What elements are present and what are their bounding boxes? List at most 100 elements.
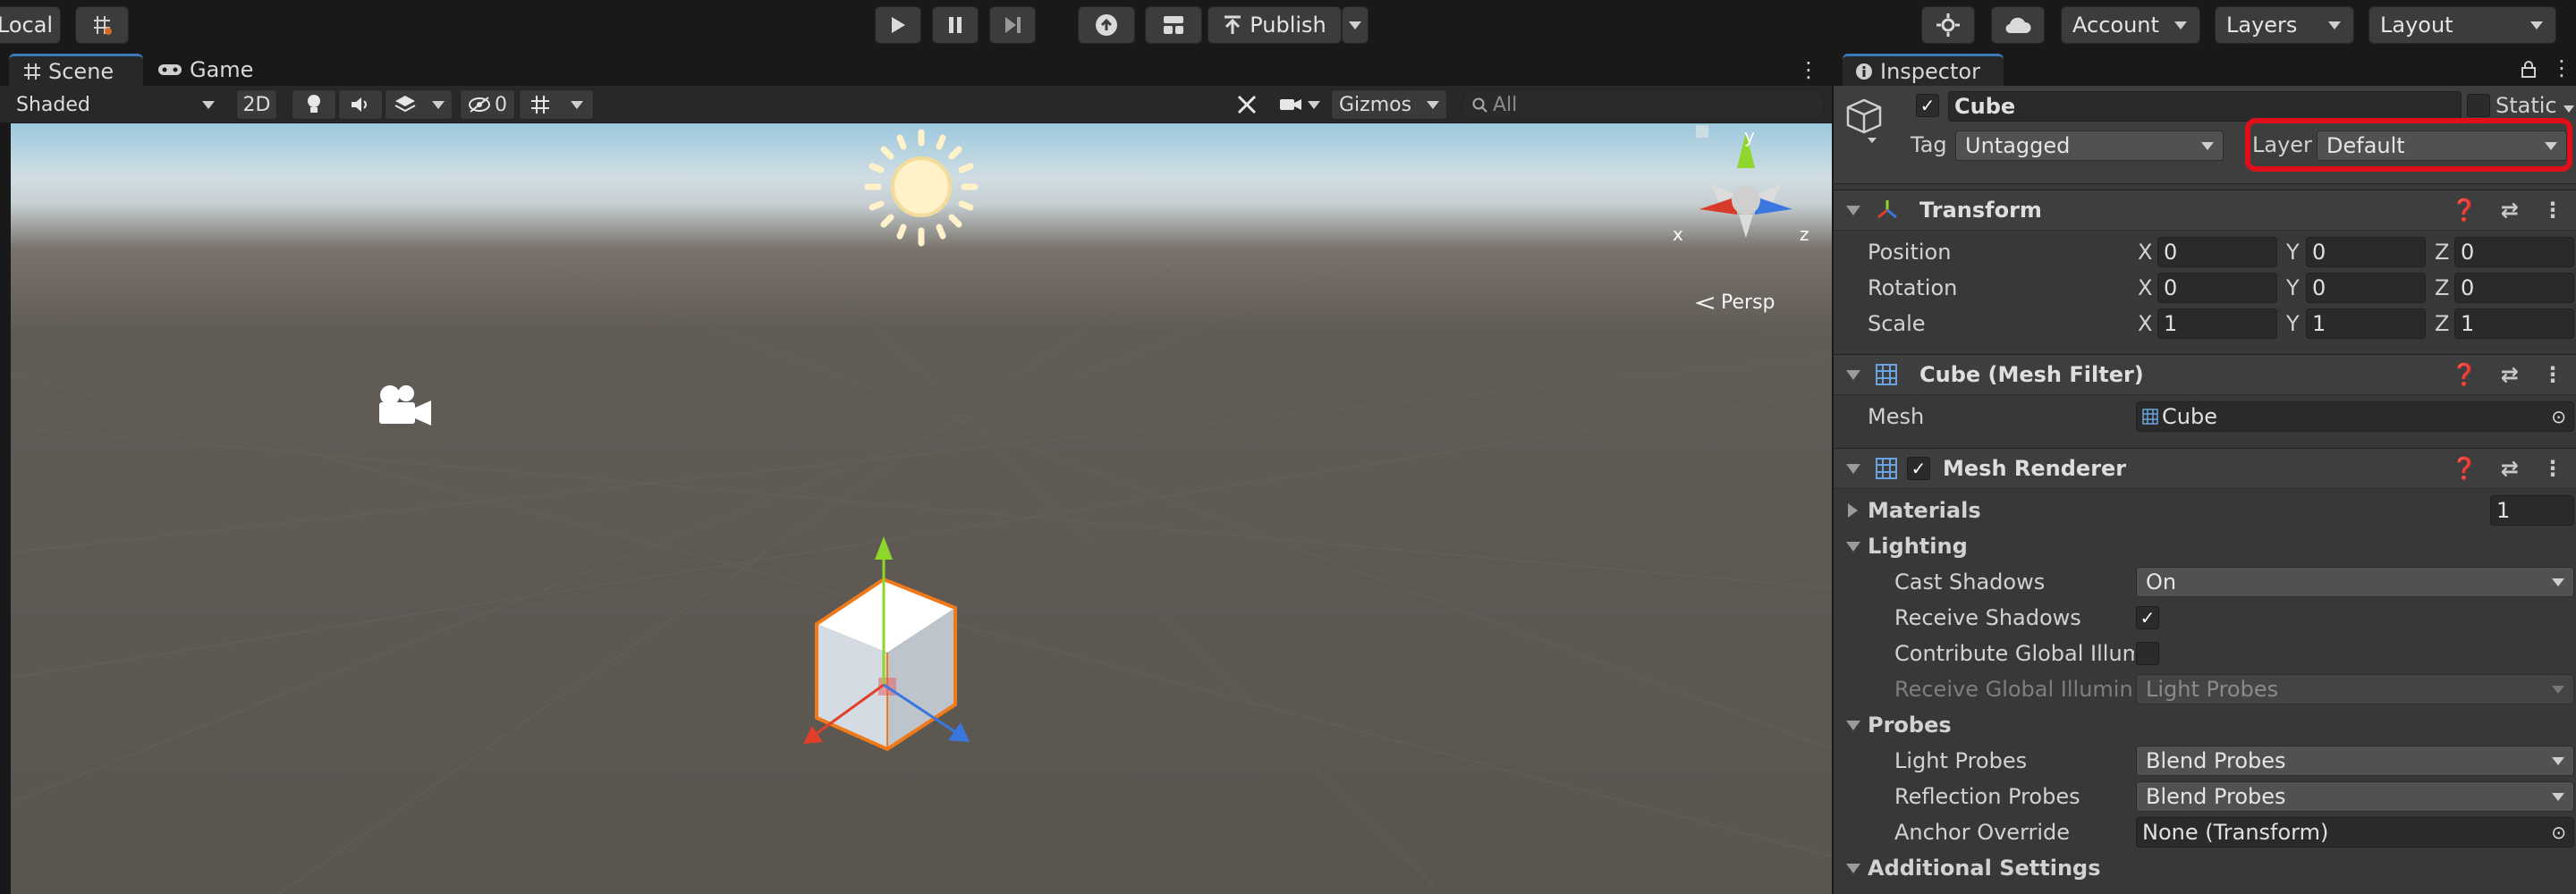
materials-row[interactable]: Materials 1 (1834, 493, 2576, 528)
object-name-field[interactable]: Cube (1948, 91, 2462, 122)
tab-scene[interactable]: Scene (9, 54, 143, 86)
contribute-gi-checkbox[interactable] (2136, 642, 2159, 665)
video-camera-icon (1280, 99, 1301, 110)
component-menu-icon[interactable]: ⋮ (2542, 198, 2563, 223)
mesh-renderer-title: Mesh Renderer (1943, 456, 2127, 481)
probes-row[interactable]: Probes (1834, 707, 2576, 743)
audio-toggle[interactable] (338, 89, 383, 120)
mesh-object-field[interactable]: Cube ⊙ (2136, 401, 2574, 432)
axis-x-label: X (2138, 311, 2153, 336)
anchor-override-field[interactable]: None (Transform) ⊙ (2136, 817, 2574, 848)
chevron-down-icon (571, 100, 583, 109)
effects-dropdown[interactable] (385, 89, 453, 120)
position-y-field[interactable]: 0 (2306, 237, 2426, 267)
top-toolbar: Local Publish Account Layers Layout (0, 0, 2576, 52)
collapse-arrow-icon (1846, 720, 1860, 730)
scale-x-field[interactable]: 1 (2157, 308, 2277, 339)
lighting-toggle[interactable] (292, 89, 336, 120)
collab-button[interactable] (1078, 6, 1135, 44)
help-icon[interactable]: ❓ (2451, 362, 2478, 387)
rotation-y-field[interactable]: 0 (2306, 273, 2426, 303)
rotation-z-value: 0 (2461, 275, 2475, 300)
preset-icon[interactable]: ⇄ (2501, 362, 2519, 387)
additional-settings-row[interactable]: Additional Settings (1834, 850, 2576, 886)
preset-icon[interactable]: ⇄ (2501, 456, 2519, 481)
panel-menu-icon[interactable]: ⋮ (1798, 57, 1819, 82)
help-icon[interactable]: ❓ (2451, 456, 2478, 481)
cloud-services-button[interactable] (1921, 6, 1975, 44)
tools-button[interactable] (1227, 89, 1267, 120)
rotation-x-field[interactable]: 0 (2157, 273, 2277, 303)
pause-button[interactable] (932, 6, 979, 44)
toggle-2d-button[interactable]: 2D (236, 89, 277, 120)
toggle-2d-label: 2D (242, 93, 271, 116)
mesh-filter-header[interactable]: Cube (Mesh Filter) ❓ ⇄ ⋮ (1834, 354, 2576, 395)
grid-settings-dropdown[interactable] (519, 89, 594, 120)
anchor-override-row: Anchor Override None (Transform) ⊙ (1834, 814, 2576, 850)
component-menu-icon[interactable]: ⋮ (2542, 362, 2563, 387)
preset-icon[interactable]: ⇄ (2501, 198, 2519, 223)
tab-inspector[interactable]: Inspector (1843, 54, 2004, 86)
publish-button[interactable]: Publish (1208, 6, 1342, 44)
layers-dropdown[interactable]: Layers (2215, 6, 2354, 44)
layer-dropdown[interactable]: Default (2317, 131, 2567, 161)
rotation-z-field[interactable]: 0 (2454, 273, 2574, 303)
local-button[interactable]: Local (0, 6, 61, 44)
reflection-probes-dropdown[interactable]: Blend Probes (2136, 781, 2574, 812)
collapse-arrow-icon (1846, 369, 1860, 380)
tag-dropdown[interactable]: Untagged (1955, 131, 2224, 161)
cube-object[interactable] (778, 535, 1046, 856)
transform-header[interactable]: Transform ❓ ⇄ ⋮ (1834, 190, 2576, 231)
object-picker-icon[interactable]: ⊙ (2551, 822, 2566, 843)
receive-gi-label: Receive Global Illuminat (1894, 677, 2134, 702)
step-icon (1005, 17, 1021, 33)
tab-scene-label: Scene (48, 58, 114, 84)
materials-count-field[interactable]: 1 (2490, 495, 2574, 526)
static-checkbox[interactable] (2467, 94, 2490, 117)
object-header: ✓ Cube Static Tag Untagged Layer Default (1834, 86, 2576, 184)
services-button[interactable] (1145, 6, 1202, 44)
lighting-row[interactable]: Lighting (1834, 528, 2576, 564)
component-header-icons: ❓ ⇄ ⋮ (2451, 456, 2563, 481)
light-probes-dropdown[interactable]: Blend Probes (2136, 746, 2574, 776)
grid-snap-button[interactable] (75, 6, 129, 44)
account-dropdown[interactable]: Account (2061, 6, 2200, 44)
receive-shadows-row: Receive Shadows ✓ (1834, 600, 2576, 636)
rotation-label: Rotation (1868, 275, 1958, 300)
transform-icon (1877, 200, 1897, 219)
scale-y-field[interactable]: 1 (2306, 308, 2426, 339)
object-active-checkbox[interactable]: ✓ (1916, 94, 1939, 117)
layout-dropdown[interactable]: Layout (2368, 6, 2556, 44)
mesh-renderer-enabled-checkbox[interactable]: ✓ (1907, 457, 1930, 480)
position-z-field[interactable]: 0 (2454, 237, 2574, 267)
collapse-arrow-icon (1846, 541, 1860, 552)
axis-z-label: Z (2435, 275, 2450, 300)
camera-settings-dropdown[interactable] (1270, 89, 1329, 120)
component-menu-icon[interactable]: ⋮ (2542, 456, 2563, 481)
scene-viewport[interactable]: y x z Persp (11, 123, 1832, 894)
cast-shadows-dropdown[interactable]: On (2136, 567, 2574, 597)
lock-icon[interactable] (2521, 60, 2537, 78)
inspector-menu-icon[interactable]: ⋮ (2551, 55, 2572, 80)
static-dropdown[interactable]: Static (2496, 93, 2576, 118)
perspective-toggle[interactable]: Persp (1696, 291, 1775, 314)
cloud-button[interactable] (1991, 6, 2045, 44)
collapse-arrow-icon (1846, 863, 1860, 873)
position-x-field[interactable]: 0 (2157, 237, 2277, 267)
scene-search-field[interactable]: All (1462, 89, 1825, 120)
object-picker-icon[interactable]: ⊙ (2551, 406, 2566, 427)
gizmo-lock-icon[interactable] (1696, 125, 1708, 138)
step-button[interactable] (989, 6, 1036, 44)
receive-shadows-checkbox[interactable]: ✓ (2136, 606, 2159, 629)
play-button[interactable] (875, 6, 921, 44)
publish-dropdown-button[interactable] (1342, 6, 1368, 44)
hidden-objects-toggle[interactable]: 0 (460, 89, 515, 120)
rotation-y-value: 0 (2312, 275, 2326, 300)
tab-game[interactable]: Game (157, 54, 253, 86)
gizmos-dropdown[interactable]: Gizmos (1331, 89, 1447, 120)
shading-mode-dropdown[interactable]: Shaded (7, 89, 222, 120)
help-icon[interactable]: ❓ (2451, 198, 2478, 223)
mesh-renderer-header[interactable]: ✓ Mesh Renderer ❓ ⇄ ⋮ (1834, 448, 2576, 489)
scale-z-field[interactable]: 1 (2454, 308, 2574, 339)
mesh-filter-icon (1876, 364, 1897, 385)
